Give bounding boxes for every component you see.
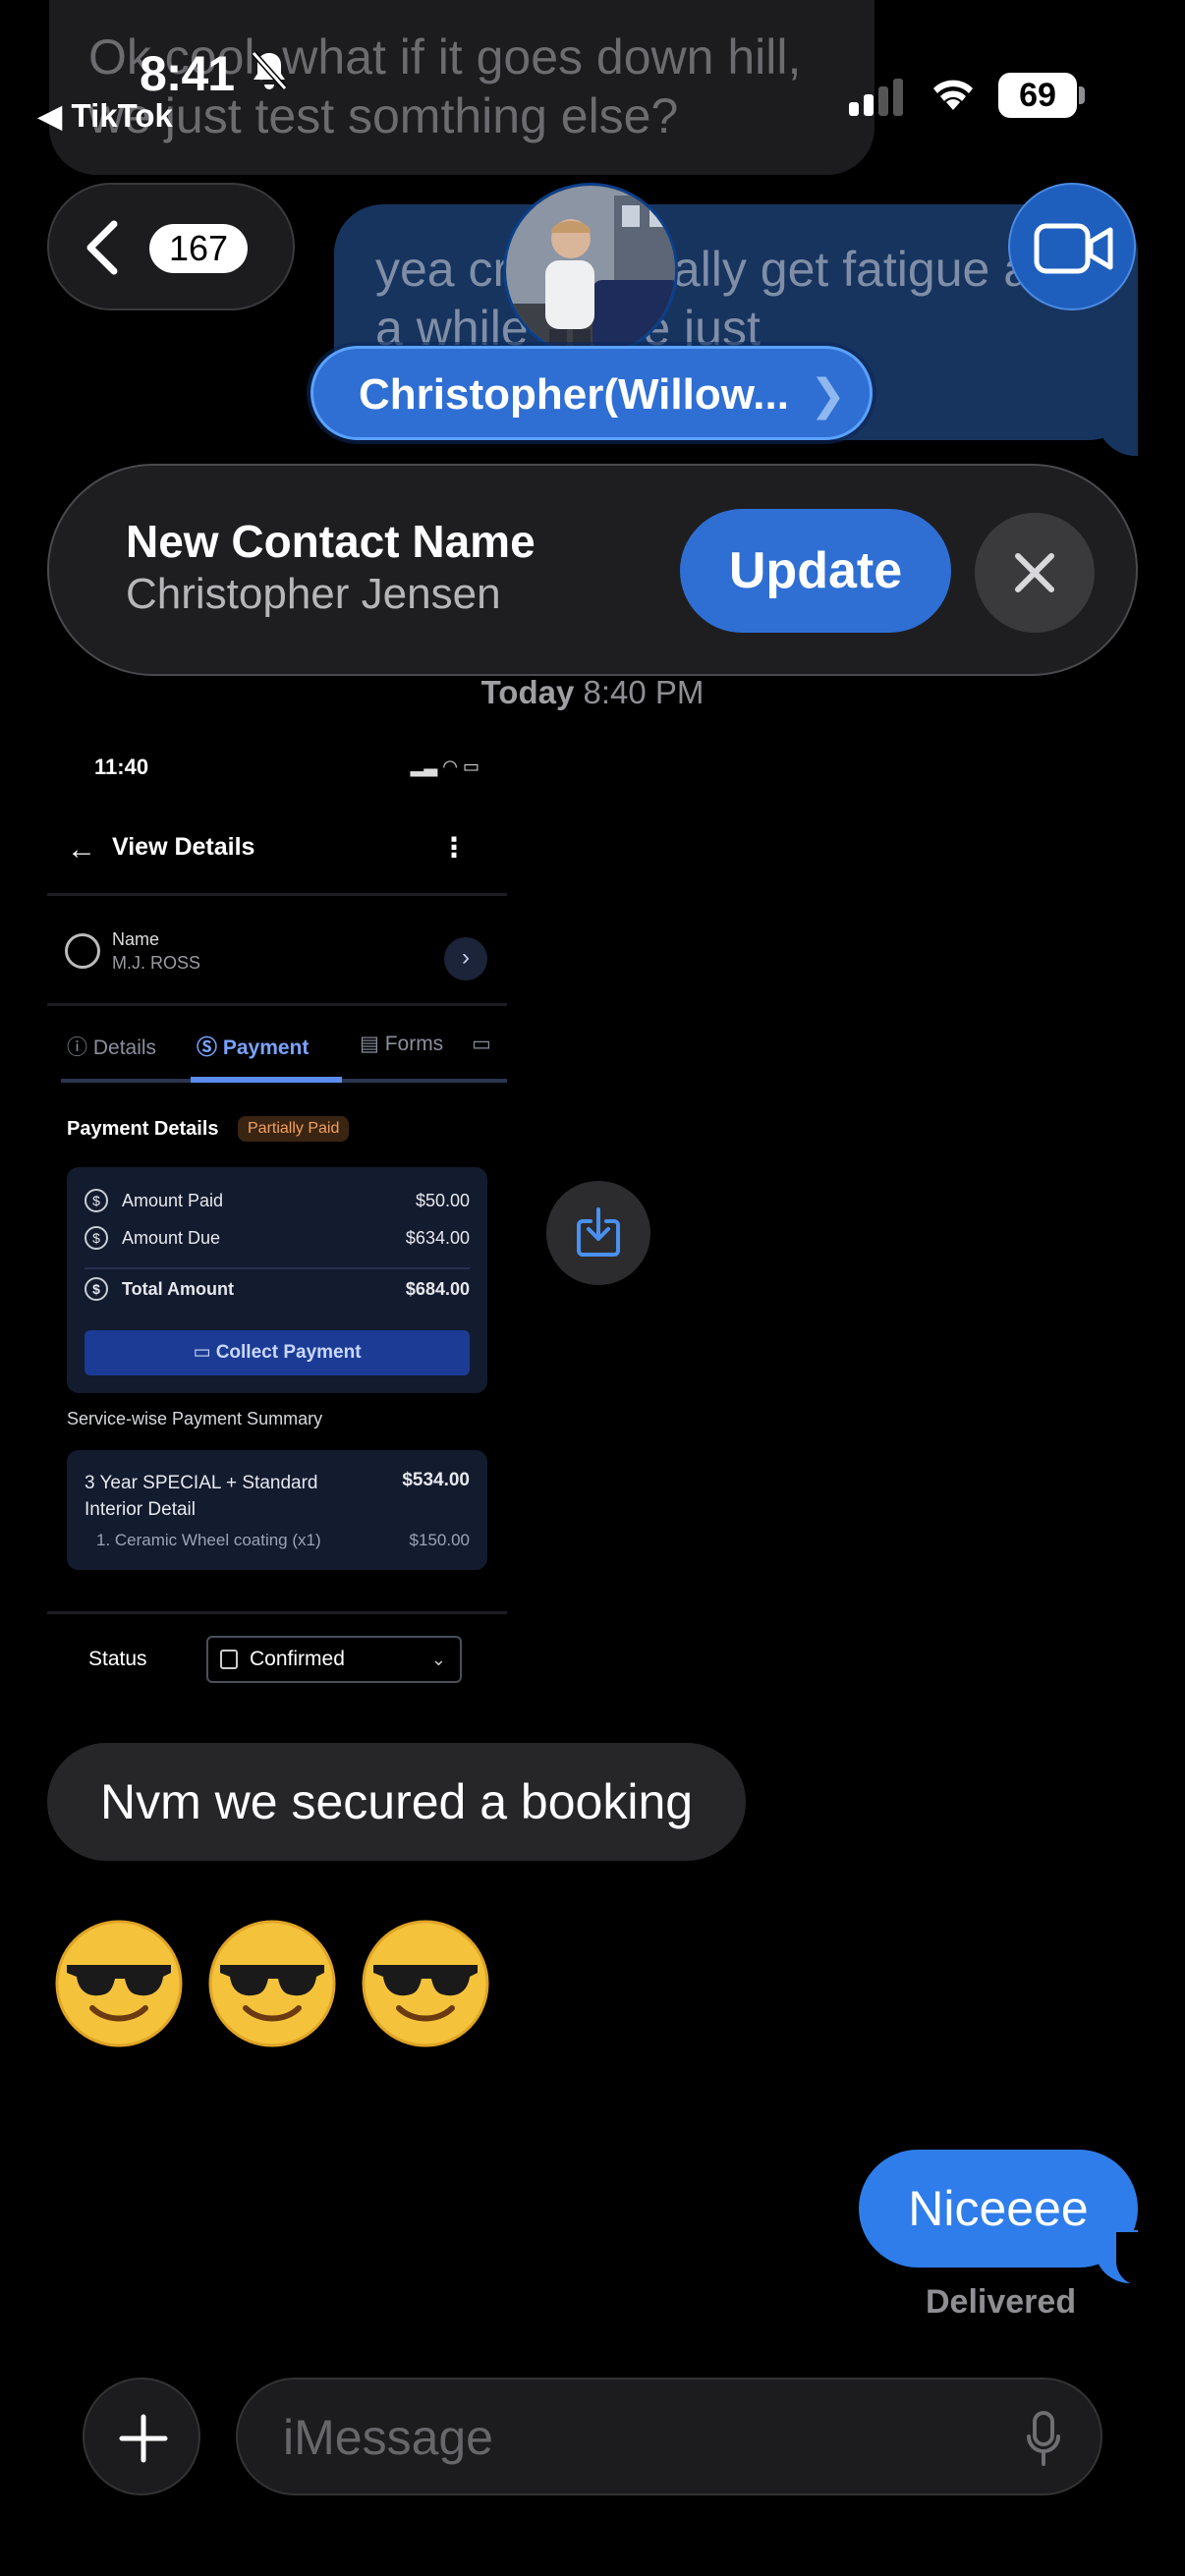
dismiss-banner-button[interactable] — [975, 513, 1095, 633]
plus-icon — [119, 2414, 168, 2463]
screenshot-service-name: 3 Year SPECIAL + Standard Interior Detai… — [85, 1473, 318, 1520]
screenshot-summary-label: Service-wise Payment Summary — [67, 1409, 323, 1428]
screenshot-status-select: Confirmed ⌄ — [206, 1636, 462, 1683]
screenshot-status-time: 11:40 — [94, 755, 149, 779]
dollar-icon: $ — [85, 1277, 108, 1301]
bell-slash-icon — [251, 51, 288, 90]
back-button[interactable]: 167 — [47, 183, 295, 310]
save-image-button[interactable] — [546, 1181, 650, 1285]
signal-icon — [849, 77, 904, 116]
screenshot-name-label: Name — [112, 929, 160, 949]
imessage-placeholder: iMessage — [283, 2410, 493, 2465]
wifi-icon — [933, 80, 973, 110]
status-time: 8:41 — [140, 46, 235, 101]
screenshot-user-icon — [65, 933, 100, 969]
facetime-video-button[interactable] — [1008, 183, 1136, 310]
sunglasses-emoji-icon — [55, 1920, 183, 2047]
screenshot-status-icons: ▂▃ ◠ ▭ — [410, 756, 480, 776]
screenshot-addon-price: $150.00 — [409, 1531, 470, 1549]
close-icon — [1015, 553, 1054, 592]
screenshot-header: ← View Details ⋮ — [47, 788, 507, 896]
chevron-right-icon: ❯ — [810, 371, 846, 420]
dollar-icon: $ — [85, 1189, 108, 1212]
chevron-down-icon: ⌄ — [430, 1650, 446, 1669]
screenshot-row-total: $ Total Amount $684.00 — [85, 1277, 470, 1307]
screenshot-tab-details: ⓘ Details — [67, 1036, 157, 1059]
sunglasses-emoji-icon — [208, 1920, 336, 2047]
back-chevron-icon — [86, 220, 118, 275]
battery-icon: 69 — [998, 73, 1077, 118]
dollar-icon: $ — [85, 1226, 108, 1250]
video-camera-icon — [1034, 223, 1113, 274]
screenshot-back-arrow-icon: ← — [67, 833, 96, 866]
calendar-icon — [220, 1650, 238, 1669]
contact-name: Christopher(Willow... — [359, 370, 789, 419]
screenshot-service-price: $534.00 — [402, 1470, 470, 1490]
status-bar: 8:41 ◀ TikTok 69 — [0, 0, 1185, 134]
screenshot-payment-details-label: Payment Details — [67, 1118, 219, 1140]
battery-nub — [1079, 86, 1085, 104]
sunglasses-emoji-icon — [362, 1920, 489, 2047]
imessage-input[interactable]: iMessage — [236, 2378, 1102, 2495]
screenshot-tabs: ⓘ Details Ⓢ Payment ▤ Forms ▭ — [53, 1014, 507, 1083]
screenshot-more-icon: ⋮ — [440, 832, 468, 863]
screenshot-row-amount-due: $ Amount Due $634.00 — [85, 1226, 470, 1256]
screenshot-tab-chat-icon: ▭ — [472, 1033, 491, 1055]
update-contact-button[interactable]: Update — [680, 509, 951, 633]
delivered-status: Delivered — [926, 2283, 1077, 2321]
screenshot-name-value: M.J. ROSS — [112, 953, 201, 973]
screenshot-tab-indicator — [191, 1077, 342, 1083]
timestamp-day: Today — [480, 674, 575, 710]
screenshot-chevron-icon: › — [444, 937, 487, 980]
apps-plus-button[interactable] — [83, 2378, 200, 2495]
download-icon — [577, 1207, 620, 1257]
contact-update-banner: New Contact Name Christopher Jensen Upda… — [47, 464, 1138, 676]
screenshot-row-amount-paid: $ Amount Paid $50.00 — [85, 1189, 470, 1218]
screenshot-payment-card: $ Amount Paid $50.00 $ Amount Due $634.0… — [67, 1167, 487, 1393]
messages-screen: Ok cool, what if it goes down hill, we j… — [0, 0, 1185, 2576]
screenshot-title: View Details — [112, 833, 255, 861]
incoming-message-bubble[interactable]: Nvm we secured a booking — [47, 1743, 747, 1861]
screenshot-tab-forms: ▤ Forms — [360, 1033, 444, 1055]
contact-name-button[interactable]: Christopher(Willow... ❯ — [310, 346, 873, 440]
new-contact-heading: New Contact Name — [126, 516, 536, 567]
faded-outgoing-tail — [1097, 393, 1138, 456]
attached-screenshot[interactable]: 11:40 ▂▃ ◠ ▭ ← View Details ⋮ Name M.J. … — [47, 729, 507, 1706]
new-contact-name: Christopher Jensen — [126, 570, 501, 618]
screenshot-status-label: Status — [88, 1648, 147, 1670]
screenshot-status-row: Status Confirmed ⌄ — [47, 1611, 507, 1706]
emoji-message[interactable] — [53, 1918, 505, 2055]
screenshot-payment-status-badge: Partially Paid — [238, 1116, 350, 1142]
back-to-app-link[interactable]: ◀ TikTok — [37, 96, 173, 135]
screenshot-service-card: 3 Year SPECIAL + Standard Interior Detai… — [67, 1450, 487, 1570]
screenshot-addon-name: 1. Ceramic Wheel coating (x1) — [96, 1531, 321, 1549]
message-timestamp: Today 8:40 PM — [0, 674, 1185, 711]
screenshot-collect-payment-button: ▭ Collect Payment — [85, 1330, 470, 1375]
unread-count-badge: 167 — [149, 224, 248, 273]
screenshot-divider — [85, 1267, 470, 1269]
contact-avatar[interactable] — [503, 183, 678, 358]
screenshot-name-row: Name M.J. ROSS › — [47, 898, 507, 1006]
screenshot-tab-payment: Ⓢ Payment — [197, 1036, 310, 1059]
microphone-icon[interactable] — [1026, 2411, 1061, 2466]
timestamp-time: 8:40 PM — [583, 674, 705, 710]
